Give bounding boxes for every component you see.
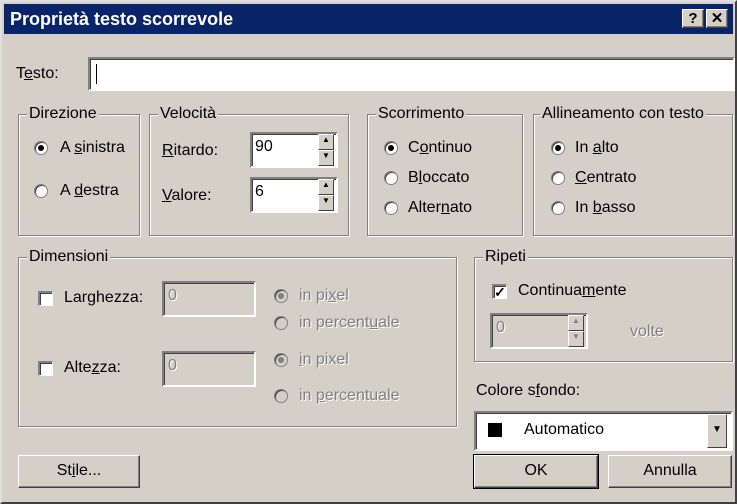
spin-up-icon[interactable]: ▲ <box>318 179 334 195</box>
color-swatch <box>488 423 502 437</box>
volte-label: volte <box>630 323 664 340</box>
radio-bloccato-label: Bloccato <box>408 169 470 186</box>
larghezza-percent-label: in percentuale <box>299 314 400 331</box>
altezza-pixel-label: in pixel <box>299 351 349 368</box>
text-input[interactable] <box>88 57 735 91</box>
valore-label: Valore: <box>162 187 212 204</box>
larghezza-checkbox[interactable] <box>38 291 53 306</box>
ripeti-legend: Ripeti <box>483 247 528 267</box>
stile-button[interactable]: Stile... <box>18 455 140 488</box>
ritardo-label: Ritardo: <box>162 142 219 159</box>
radio-in-alto[interactable] <box>551 141 565 155</box>
radio-in-basso-label: In basso <box>575 199 636 216</box>
spin-up-icon[interactable]: ▲ <box>318 134 334 150</box>
velocita-legend: Velocità <box>158 104 219 124</box>
window-title: Proprietà testo scorrevole <box>10 9 234 29</box>
spin-down-icon[interactable]: ▼ <box>318 150 334 166</box>
radio-centrato[interactable] <box>551 171 565 185</box>
altezza-pixel-radio[interactable] <box>274 353 288 367</box>
spin-down-icon[interactable]: ▼ <box>318 195 334 211</box>
colore-sfondo-label: Colore sfondo: <box>476 382 581 399</box>
larghezza-input[interactable]: 0 <box>162 281 256 317</box>
radio-centrato-label: Centrato <box>575 169 637 186</box>
spin-down-icon[interactable]: ▼ <box>568 331 584 347</box>
larghezza-label: Larghezza: <box>64 289 144 306</box>
radio-continuo[interactable] <box>384 141 398 155</box>
chevron-down-icon: ▼ <box>707 414 727 448</box>
help-button[interactable]: ? <box>682 9 704 28</box>
altezza-percent-radio[interactable] <box>274 389 288 403</box>
ok-button[interactable]: OK <box>473 454 599 489</box>
larghezza-pixel-radio[interactable] <box>274 289 288 303</box>
text-cursor <box>96 64 97 84</box>
title-bar[interactable]: Proprietà testo scorrevole <box>4 4 733 34</box>
radio-bloccato[interactable] <box>384 171 398 185</box>
dimensioni-legend: Dimensioni <box>27 247 111 267</box>
radio-alternato[interactable] <box>384 201 398 215</box>
radio-a-destra-label: A destra <box>60 182 119 199</box>
altezza-label: Altezza: <box>64 359 121 376</box>
continuamente-checkbox[interactable]: ✓ <box>492 284 507 299</box>
direzione-group: Direzione <box>18 104 140 236</box>
larghezza-pixel-label: in pixel <box>299 287 349 304</box>
radio-in-basso[interactable] <box>551 201 565 215</box>
dialog-window: Proprietà testo scorrevole ? ✕ Testo: Di… <box>0 0 737 504</box>
radio-continuo-label: Continuo <box>408 139 473 156</box>
dropdown-button[interactable]: ▼ <box>707 414 727 448</box>
text-field-label: Testo: <box>16 65 59 82</box>
direzione-legend: Direzione <box>27 104 99 124</box>
allineamento-legend: Allineamento con testo <box>540 104 706 124</box>
ripeti-spinner[interactable]: ▲ ▼ <box>568 315 584 347</box>
altezza-checkbox[interactable] <box>38 361 53 376</box>
annulla-button[interactable]: Annulla <box>608 455 732 488</box>
colore-sfondo-select[interactable]: Automatico ▼ <box>474 411 733 451</box>
radio-alternato-label: Alternato <box>408 199 473 216</box>
altezza-input[interactable]: 0 <box>162 351 256 387</box>
continuamente-label: Continuamente <box>518 282 627 299</box>
larghezza-percent-radio[interactable] <box>274 316 288 330</box>
radio-a-sinistra-label: A sinistra <box>60 139 125 156</box>
spin-up-icon[interactable]: ▲ <box>568 315 584 331</box>
altezza-percent-label: in percentuale <box>299 387 400 404</box>
radio-a-destra[interactable] <box>34 184 48 198</box>
scorrimento-legend: Scorrimento <box>376 104 467 124</box>
radio-in-alto-label: In alto <box>575 139 619 156</box>
radio-a-sinistra[interactable] <box>34 141 48 155</box>
close-button[interactable]: ✕ <box>706 9 728 28</box>
ritardo-spinner[interactable]: ▲ ▼ <box>318 134 334 166</box>
valore-spinner[interactable]: ▲ ▼ <box>318 179 334 211</box>
